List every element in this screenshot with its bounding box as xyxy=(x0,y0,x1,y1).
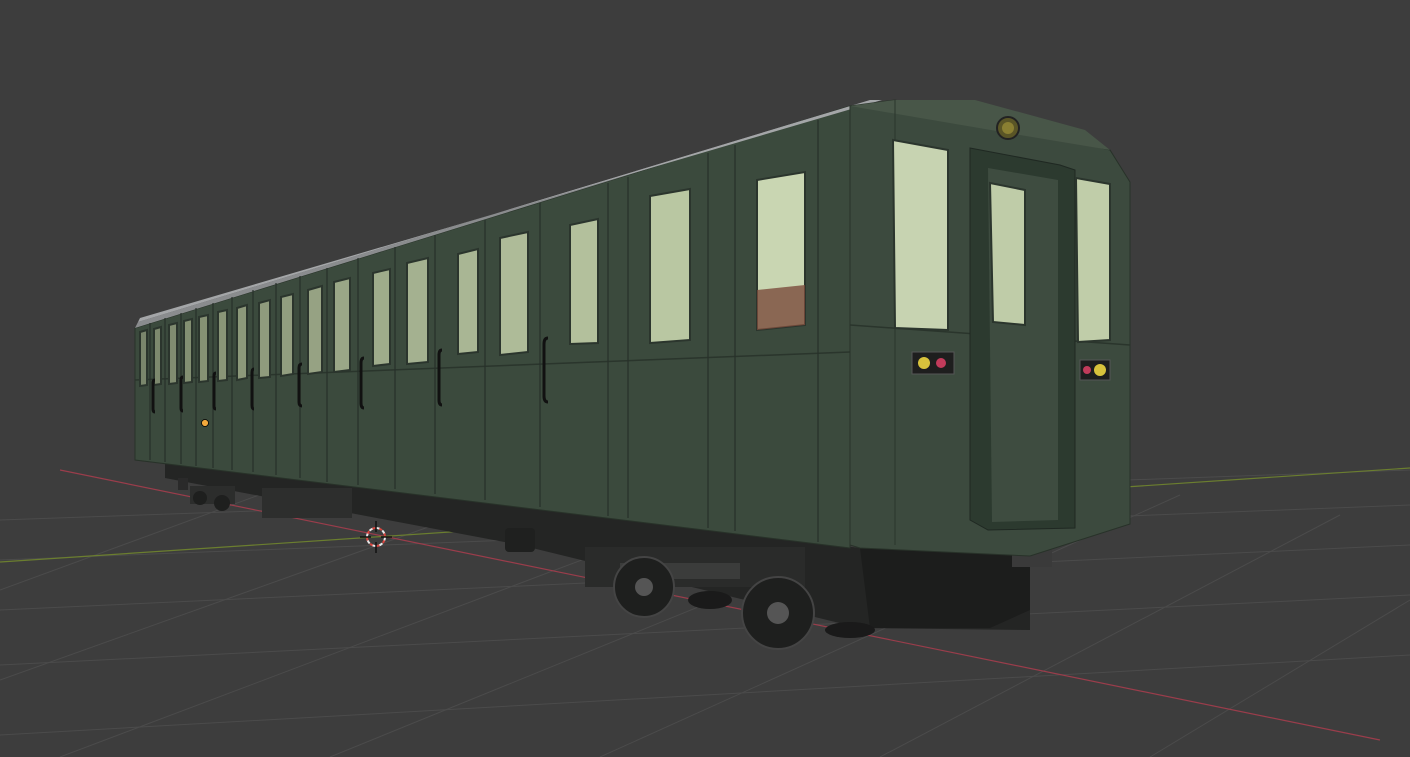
end-window-right xyxy=(1074,176,1111,344)
end-window-left xyxy=(891,138,949,332)
end-door-window xyxy=(988,181,1026,327)
3d-viewport[interactable] xyxy=(0,0,1410,757)
viewport-scene[interactable] xyxy=(0,0,1410,757)
car-end-face xyxy=(849,99,1131,557)
object-origin-icon[interactable] xyxy=(201,419,209,427)
